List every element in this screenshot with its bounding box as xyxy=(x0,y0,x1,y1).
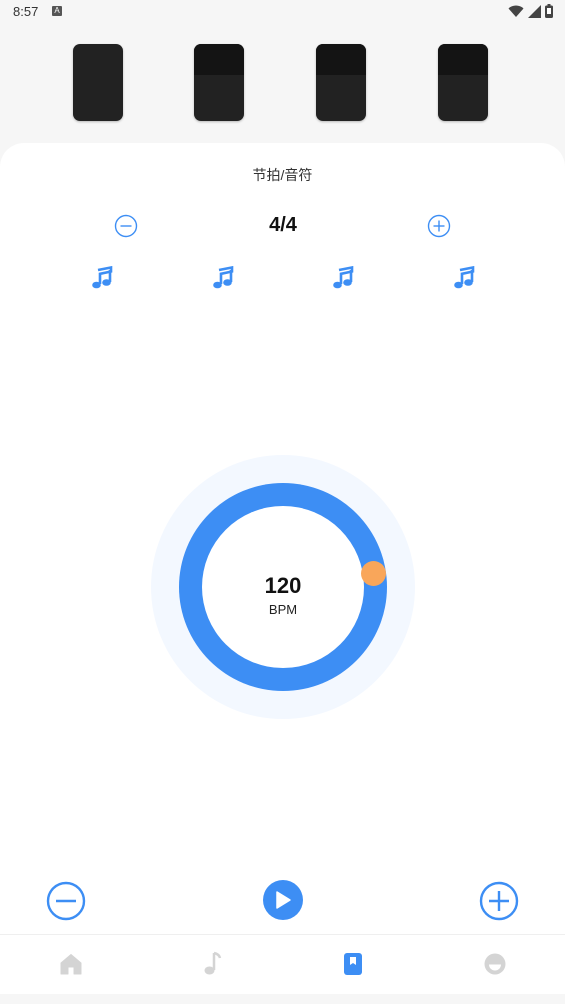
plus-circle-icon xyxy=(427,214,451,238)
bpm-unit-label: BPM xyxy=(268,602,298,617)
bottom-nav xyxy=(0,934,565,994)
beat-note-title: 节拍/音符 xyxy=(252,167,313,183)
time-signature-minus-button[interactable] xyxy=(114,214,138,238)
play-icon xyxy=(276,891,291,909)
note-selector-1[interactable] xyxy=(90,265,114,292)
nav-item-profile[interactable] xyxy=(482,951,508,977)
status-icons xyxy=(508,4,553,18)
beat-block-2 xyxy=(194,44,244,121)
tempo-plus-button[interactable] xyxy=(479,881,519,921)
notification-icon: A xyxy=(52,6,62,16)
bookmark-icon xyxy=(344,953,362,975)
battery-icon xyxy=(545,4,553,18)
minus-circle-icon xyxy=(46,881,86,921)
music-note-icon xyxy=(213,265,234,289)
beat-indicators xyxy=(0,44,565,122)
bpm-value: 120 xyxy=(264,573,302,598)
tempo-minus-button[interactable] xyxy=(46,881,86,921)
nav-item-bookmark[interactable] xyxy=(340,951,366,977)
beat-block-4 xyxy=(438,44,488,121)
plus-circle-icon xyxy=(479,881,519,921)
time-signature-plus-button[interactable] xyxy=(427,214,451,238)
note-selectors xyxy=(0,265,565,292)
music-note-icon xyxy=(454,265,475,289)
tempo-dial-knob[interactable] xyxy=(361,561,386,586)
beat-block-3 xyxy=(316,44,366,121)
home-icon xyxy=(60,954,82,975)
profile-icon xyxy=(484,953,506,975)
music-note-icon xyxy=(92,265,113,289)
note-selector-3[interactable] xyxy=(331,265,355,292)
minus-circle-icon xyxy=(114,214,138,238)
nav-item-music[interactable] xyxy=(199,951,225,977)
nav-item-home[interactable] xyxy=(58,951,84,977)
wifi-icon xyxy=(508,5,524,17)
play-button[interactable] xyxy=(263,880,303,920)
status-bar: 8:57 A xyxy=(0,0,565,24)
music-note-icon xyxy=(204,951,222,975)
status-time: 8:57 xyxy=(13,4,39,19)
signal-icon xyxy=(528,4,541,18)
note-selector-2[interactable] xyxy=(211,265,235,292)
beat-block-1 xyxy=(73,44,123,121)
music-note-icon xyxy=(333,265,354,289)
time-signature-value: 4/4 xyxy=(269,214,297,236)
note-selector-4[interactable] xyxy=(452,265,476,292)
